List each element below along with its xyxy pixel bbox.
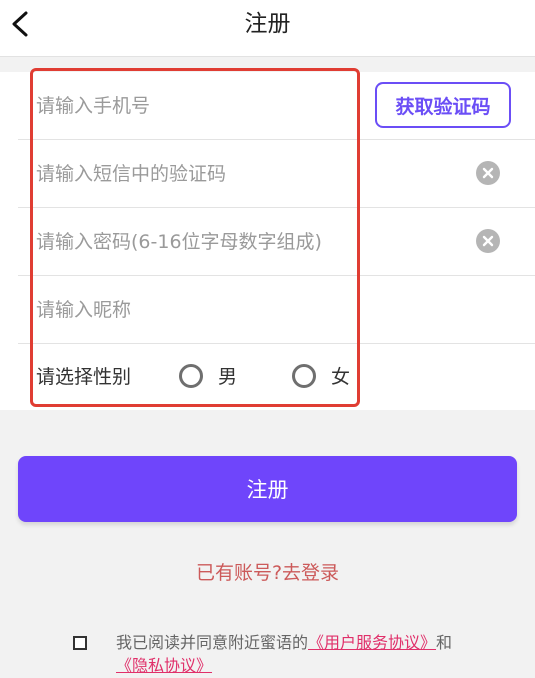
registration-form: 获取验证码 请选择性别 男 女 xyxy=(0,72,535,410)
phone-row: 获取验证码 xyxy=(18,72,535,140)
clear-sms-code-icon[interactable] xyxy=(476,161,500,185)
radio-circle-icon xyxy=(292,364,316,388)
get-code-button[interactable]: 获取验证码 xyxy=(375,82,511,128)
password-input[interactable] xyxy=(36,208,356,275)
gender-female-label: 女 xyxy=(331,366,351,388)
password-row xyxy=(18,208,535,276)
gender-row: 请选择性别 男 女 xyxy=(18,344,535,411)
agreement-text: 我已阅读并同意附近蜜语的《用户服务协议》和《隐私协议》 xyxy=(116,631,456,677)
agreement-and: 和 xyxy=(436,633,453,652)
sms-code-row xyxy=(18,140,535,208)
register-button[interactable]: 注册 xyxy=(18,456,517,522)
agreement-checkbox[interactable] xyxy=(73,636,87,650)
login-link[interactable]: 已有账号?去登录 xyxy=(0,559,535,587)
gender-male-label: 男 xyxy=(218,366,238,388)
gender-label: 请选择性别 xyxy=(36,366,132,388)
sms-code-input[interactable] xyxy=(36,140,356,207)
radio-circle-icon xyxy=(179,364,203,388)
nickname-input[interactable] xyxy=(36,276,356,343)
user-service-link[interactable]: 《用户服务协议》 xyxy=(308,633,436,652)
phone-input[interactable] xyxy=(36,72,356,139)
nickname-row xyxy=(18,276,535,344)
top-bar: 注册 xyxy=(0,0,535,57)
clear-password-icon[interactable] xyxy=(476,229,500,253)
agreement-prefix: 我已阅读并同意附近蜜语的 xyxy=(116,633,309,652)
privacy-link[interactable]: 《隐私协议》 xyxy=(116,656,212,675)
page-title: 注册 xyxy=(244,11,291,37)
